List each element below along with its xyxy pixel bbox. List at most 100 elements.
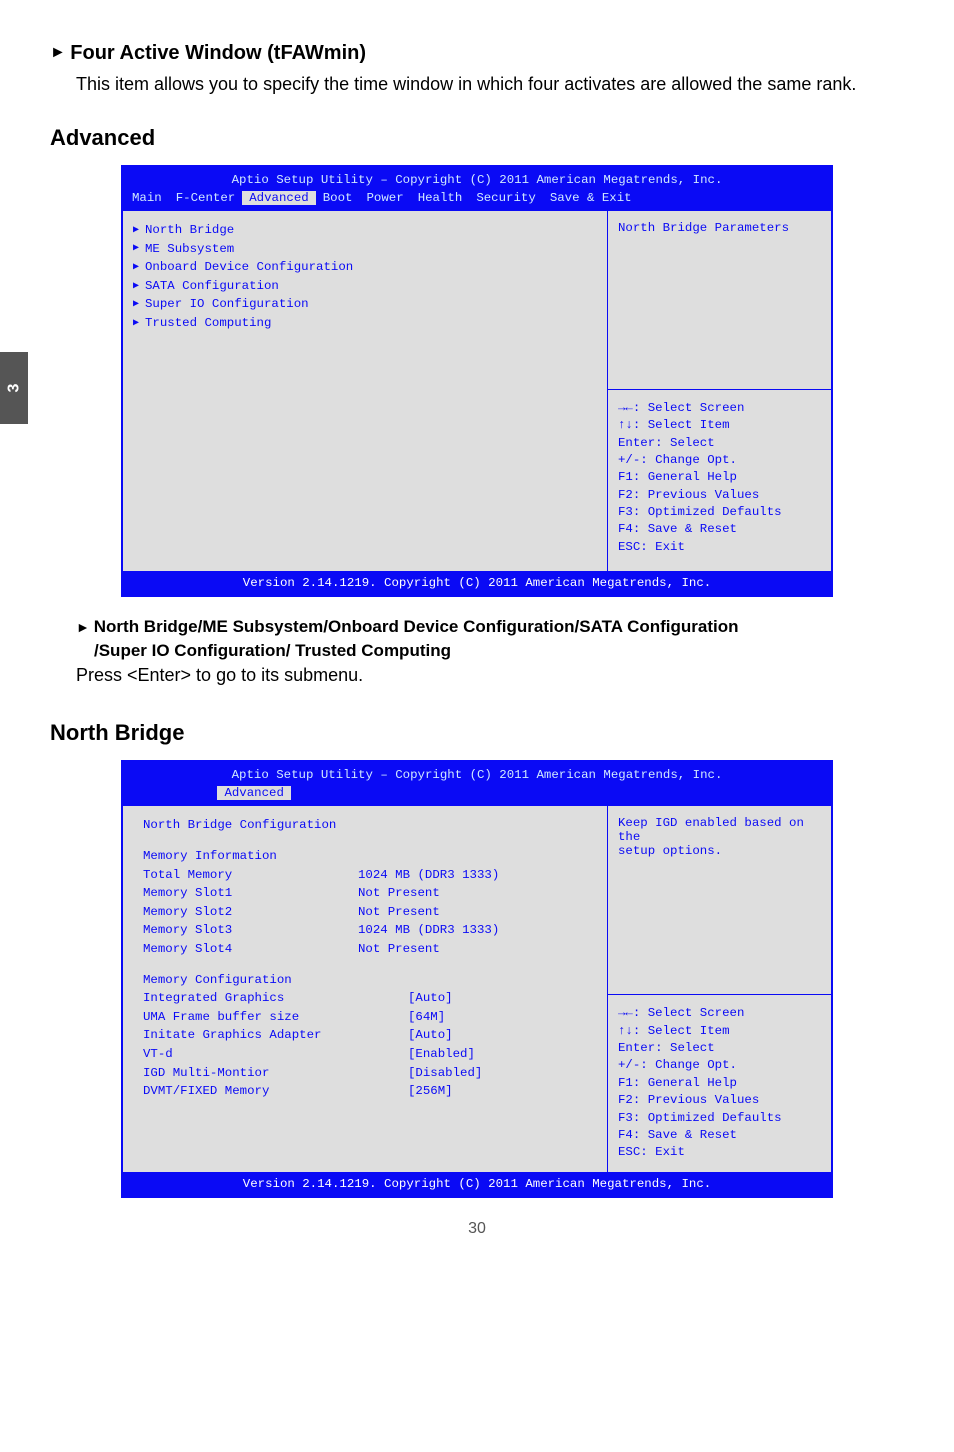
bios1-tab-fcenter[interactable]: F-Center: [169, 191, 243, 205]
bios2-row-slot1: Memory Slot1Not Present: [133, 884, 597, 903]
row-label: IGD Multi-Montior: [133, 1064, 358, 1083]
key-enter: Enter: Select: [618, 435, 821, 452]
triangle-icon: ▶: [133, 279, 145, 294]
bios1-footer: Version 2.14.1219. Copyright (C) 2011 Am…: [123, 571, 831, 595]
row-label: VT-d: [133, 1045, 358, 1064]
row-label: Integrated Graphics: [133, 989, 358, 1008]
key-enter: Enter: Select: [618, 1040, 821, 1057]
page-content: Four Active Window (tFAWmin) This item a…: [0, 0, 954, 1258]
bios1-item-label: Trusted Computing: [145, 314, 271, 333]
bios2-row-integrated-graphics[interactable]: Integrated Graphics[Auto]: [133, 989, 597, 1008]
bios1-help: North Bridge Parameters: [608, 211, 831, 389]
row-value: [256M]: [358, 1082, 518, 1101]
row-label: Memory Slot1: [133, 884, 358, 903]
faw-heading: Four Active Window (tFAWmin): [50, 42, 904, 65]
triangle-icon: ▶: [133, 316, 145, 331]
advanced-sub-heading: North Bridge/ME Subsystem/Onboard Device…: [76, 615, 904, 663]
faw-body: This item allows you to specify the time…: [76, 71, 904, 99]
key-f4: F4: Save & Reset: [618, 1127, 821, 1144]
bios1-item-superio[interactable]: ▶Super IO Configuration: [133, 295, 597, 314]
bios1-tab-advanced[interactable]: Advanced: [242, 191, 316, 205]
key-select-item: ↑↓: Select Item: [618, 1023, 821, 1040]
chapter-tab: 3: [0, 352, 28, 424]
row-value: 1024 MB (DDR3 1333): [358, 921, 518, 940]
row-value: [64M]: [358, 1008, 518, 1027]
key-change: +/-: Change Opt.: [618, 452, 821, 469]
bios2-help: Keep IGD enabled based on the setup opti…: [608, 806, 831, 994]
key-select-item: ↑↓: Select Item: [618, 417, 821, 434]
bios2-row-dvmt[interactable]: DVMT/FIXED Memory[256M]: [133, 1082, 597, 1101]
row-value: Not Present: [358, 884, 518, 903]
bios1-item-label: Super IO Configuration: [145, 295, 309, 314]
row-label: UMA Frame buffer size: [133, 1008, 358, 1027]
bios2-row-total-memory: Total Memory1024 MB (DDR3 1333): [133, 866, 597, 885]
bios1-tab-main[interactable]: Main: [125, 191, 169, 205]
bios2-row-uma-frame[interactable]: UMA Frame buffer size[64M]: [133, 1008, 597, 1027]
bios2-help-l2: setup options.: [618, 844, 821, 858]
triangle-icon: ▶: [133, 297, 145, 312]
row-label: DVMT/FIXED Memory: [133, 1082, 358, 1101]
triangle-icon: ▶: [133, 223, 145, 238]
bios1-menu: ▶North Bridge ▶ME Subsystem ▶Onboard Dev…: [123, 211, 607, 571]
bios1-item-label: Onboard Device Configuration: [145, 258, 353, 277]
bios1-item-me-subsystem[interactable]: ▶ME Subsystem: [133, 240, 597, 259]
bios2-meminfo-heading: Memory Information: [133, 847, 358, 866]
row-label: Total Memory: [133, 866, 358, 885]
bios2-row-igd-multi[interactable]: IGD Multi-Montior[Disabled]: [133, 1064, 597, 1083]
bios1-item-label: North Bridge: [145, 221, 234, 240]
row-label: Memory Slot4: [133, 940, 358, 959]
bios-advanced-screenshot: Aptio Setup Utility – Copyright (C) 2011…: [121, 165, 833, 597]
row-label: Memory Slot3: [133, 921, 358, 940]
row-value: 1024 MB (DDR3 1333): [358, 866, 518, 885]
bios2-row-slot3: Memory Slot31024 MB (DDR3 1333): [133, 921, 597, 940]
bios2-title: Aptio Setup Utility – Copyright (C) 2011…: [123, 762, 831, 784]
bios1-tab-health[interactable]: Health: [411, 191, 470, 205]
advanced-heading: Advanced: [50, 125, 904, 151]
row-value: Not Present: [358, 903, 518, 922]
bios1-tab-power[interactable]: Power: [360, 191, 411, 205]
bios2-row-initiate-graphics[interactable]: Initate Graphics Adapter[Auto]: [133, 1026, 597, 1045]
row-label: Initate Graphics Adapter: [133, 1026, 358, 1045]
advanced-sub-line1: North Bridge/ME Subsystem/Onboard Device…: [94, 617, 739, 636]
row-value: [Auto]: [358, 989, 518, 1008]
bios-northbridge-screenshot: Aptio Setup Utility – Copyright (C) 2011…: [121, 760, 833, 1197]
key-f1: F1: General Help: [618, 469, 821, 486]
bios1-tab-security[interactable]: Security: [469, 191, 543, 205]
faw-heading-text: Four Active Window (tFAWmin): [70, 42, 366, 64]
bios1-tab-saveexit[interactable]: Save & Exit: [543, 191, 639, 205]
bios1-keyhelp: →←: Select Screen ↑↓: Select Item Enter:…: [608, 389, 831, 571]
bios1-item-sata[interactable]: ▶SATA Configuration: [133, 277, 597, 296]
row-value: [Auto]: [358, 1026, 518, 1045]
advanced-sub-body: Press <Enter> to go to its submenu.: [76, 662, 904, 690]
row-value: Not Present: [358, 940, 518, 959]
bios1-item-north-bridge[interactable]: ▶North Bridge: [133, 221, 597, 240]
bios1-item-onboard-device[interactable]: ▶Onboard Device Configuration: [133, 258, 597, 277]
bios2-content: North Bridge Configuration Memory Inform…: [123, 806, 607, 1171]
page-number: 30: [50, 1220, 904, 1238]
bios2-row-vtd[interactable]: VT-d[Enabled]: [133, 1045, 597, 1064]
bios1-tab-boot[interactable]: Boot: [316, 191, 360, 205]
bios1-item-trusted[interactable]: ▶Trusted Computing: [133, 314, 597, 333]
row-value: [Disabled]: [358, 1064, 518, 1083]
bios1-item-label: SATA Configuration: [145, 277, 279, 296]
north-bridge-heading: North Bridge: [50, 720, 904, 746]
key-select-screen: →←: Select Screen: [618, 1005, 821, 1022]
key-f3: F3: Optimized Defaults: [618, 1110, 821, 1127]
triangle-icon: ▶: [133, 241, 145, 256]
chapter-tab-label: 3: [5, 384, 23, 393]
key-f3: F3: Optimized Defaults: [618, 504, 821, 521]
bios2-help-l1: Keep IGD enabled based on the: [618, 816, 821, 844]
key-f1: F1: General Help: [618, 1075, 821, 1092]
bios2-row-slot2: Memory Slot2Not Present: [133, 903, 597, 922]
key-esc: ESC: Exit: [618, 539, 821, 556]
key-select-screen: →←: Select Screen: [618, 400, 821, 417]
key-f4: F4: Save & Reset: [618, 521, 821, 538]
triangle-icon: ▶: [133, 260, 145, 275]
bios2-memcfg-heading: Memory Configuration: [133, 971, 358, 990]
bios2-tab-advanced[interactable]: Advanced: [217, 786, 291, 800]
bios1-item-label: ME Subsystem: [145, 240, 234, 259]
advanced-sub-line2: /Super IO Configuration/ Trusted Computi…: [94, 641, 451, 660]
key-f2: F2: Previous Values: [618, 1092, 821, 1109]
row-value: [Enabled]: [358, 1045, 518, 1064]
bios2-tabs: . Advanced: [123, 784, 831, 806]
